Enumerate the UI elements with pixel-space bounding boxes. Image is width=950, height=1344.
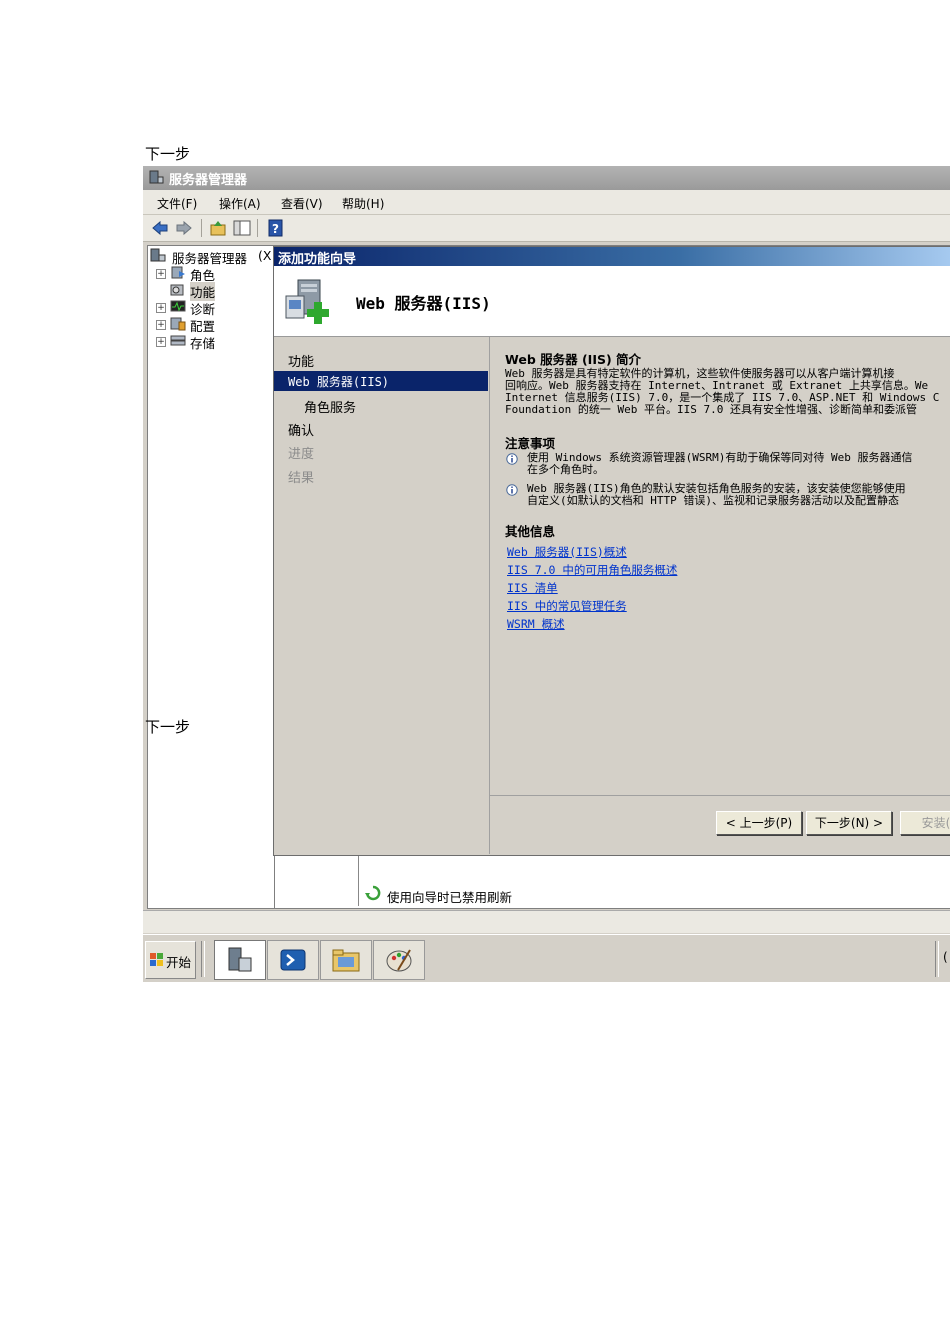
start-label: 开始 [166,955,192,970]
status-bar [143,910,950,933]
info-icon [506,453,518,465]
previous-button[interactable]: < 上一步(P) [716,811,802,835]
wizard-step-web-server[interactable]: Web 服务器(IIS) [274,371,488,391]
toolbar: ? [143,215,950,242]
console-tree: 服务器管理器 (X + 角色 功能 + 诊断 + 配置 + 存储 [147,245,277,909]
menu-file[interactable]: 文件(F) [157,195,197,212]
wizard-step-features[interactable]: 功能 [274,349,488,370]
storage-icon [170,335,186,346]
windows-logo-icon [150,953,163,966]
wizard-header: Web 服务器(IIS) [274,266,950,337]
wizard-footer: < 上一步(P) 下一步(N) > 安装( [490,795,950,855]
paint-palette-icon [386,949,412,972]
doc-label-next-step-top: 下一步 [145,145,191,163]
doc-label-next-step-mid: 下一步 [145,718,191,736]
powershell-icon [280,949,306,971]
task-explorer[interactable] [320,940,372,980]
up-folder-icon[interactable] [209,219,227,237]
link-web-server-overview[interactable]: Web 服务器(IIS)概述 [507,544,627,560]
notes-heading: 注意事项 [505,436,556,451]
link-iis-role-services[interactable]: IIS 7.0 中的可用角色服务概述 [507,562,677,578]
wizard-steps-nav: 功能 Web 服务器(IIS) 角色服务 确认 进度 结果 [274,337,490,854]
taskbar-separator [201,941,205,977]
expand-icon[interactable]: + [156,337,166,347]
window-title: 服务器管理器 [169,173,248,188]
wizard-title: 添加功能向导 [278,252,357,267]
expand-icon[interactable]: + [156,303,166,313]
next-button[interactable]: 下一步(N) > [806,811,892,835]
toolbar-separator [201,219,202,237]
server-manager-icon [149,170,164,184]
tree-item-label: 存储 [190,336,216,351]
expand-icon[interactable]: + [156,320,166,330]
menu-help[interactable]: 帮助(H) [342,195,384,212]
note-line: 在多个角色时。 [527,463,604,476]
more-info-heading: 其他信息 [505,524,556,539]
folder-icon [332,949,360,972]
menu-view[interactable]: 查看(V) [281,195,323,212]
wizard-header-title: Web 服务器(IIS) [356,294,491,313]
taskbar: 开始 ( [143,934,950,982]
intro-line: Foundation 的统一 Web 平台。IIS 7.0 还具有安全性增强、诊… [505,403,917,416]
web-server-add-icon [285,279,329,324]
roles-icon [171,266,185,279]
tree-root-suffix: (X [258,248,272,263]
refresh-status-pane: 使用向导时已禁用刷新 [358,854,950,906]
menu-action[interactable]: 操作(A) [219,195,261,212]
tray-separator [935,941,939,977]
features-icon [170,284,184,296]
wizard-step-role-services[interactable]: 角色服务 [274,395,488,416]
refresh-disabled-icon [365,885,381,901]
tree-item-roles[interactable]: + 角色 [156,265,272,283]
show-hide-tree-icon[interactable] [233,219,251,237]
help-icon[interactable]: ? [267,219,285,237]
tree-item-features[interactable]: 功能 [156,282,272,301]
tree-item-diagnostics[interactable]: + 诊断 [156,299,272,317]
menu-bar: 文件(F) 操作(A) 查看(V) 帮助(H) [143,190,950,215]
link-iis-checklist[interactable]: IIS 清单 [507,580,558,596]
expand-icon[interactable]: + [156,269,166,279]
start-button[interactable]: 开始 [145,941,196,979]
task-powershell[interactable] [267,940,319,980]
tree-item-configuration[interactable]: + 配置 [156,316,272,334]
wizard-content: Web 服务器 (IIS) 简介 Web 服务器是具有特定软件的计算机，这些软件… [490,337,950,795]
link-wsrm-overview[interactable]: WSRM 概述 [507,616,565,632]
refresh-status-text: 使用向导时已禁用刷新 [387,890,513,905]
wizard-title-bar: 添加功能向导 [274,247,950,267]
wizard-step-progress: 进度 [288,447,315,462]
window-title-bar: 服务器管理器 [143,166,950,190]
wizard-step-results: 结果 [288,471,315,486]
task-paint[interactable] [373,940,425,980]
tray-clock: ( [943,950,948,964]
forward-arrow-icon[interactable] [175,219,193,237]
tree-item-storage[interactable]: + 存储 [156,333,272,351]
task-server-manager[interactable] [214,940,266,980]
intro-heading: Web 服务器 (IIS) 简介 [505,352,642,367]
install-button: 安装( [900,811,950,835]
configuration-icon [170,317,186,331]
note-line: 自定义(如默认的文档和 HTTP 错误)、监视和记录服务器活动以及配置静态 [527,494,899,507]
server-manager-icon [228,947,252,972]
server-manager-icon [150,248,166,262]
add-features-wizard: 添加功能向导 Web 服务器(IIS) 功能 Web 服务器(IIS) 角色服务… [273,246,950,856]
info-icon [506,484,518,496]
server-manager-screenshot: 服务器管理器 文件(F) 操作(A) 查看(V) 帮助(H) ? 服务器管理器 … [143,166,950,982]
link-iis-common-tasks[interactable]: IIS 中的常见管理任务 [507,598,627,614]
back-arrow-icon[interactable] [151,219,169,237]
toolbar-separator [257,219,258,237]
diagnostics-icon [170,300,186,312]
wizard-step-confirmation[interactable]: 确认 [274,418,488,439]
svg-text:?: ? [272,222,279,236]
